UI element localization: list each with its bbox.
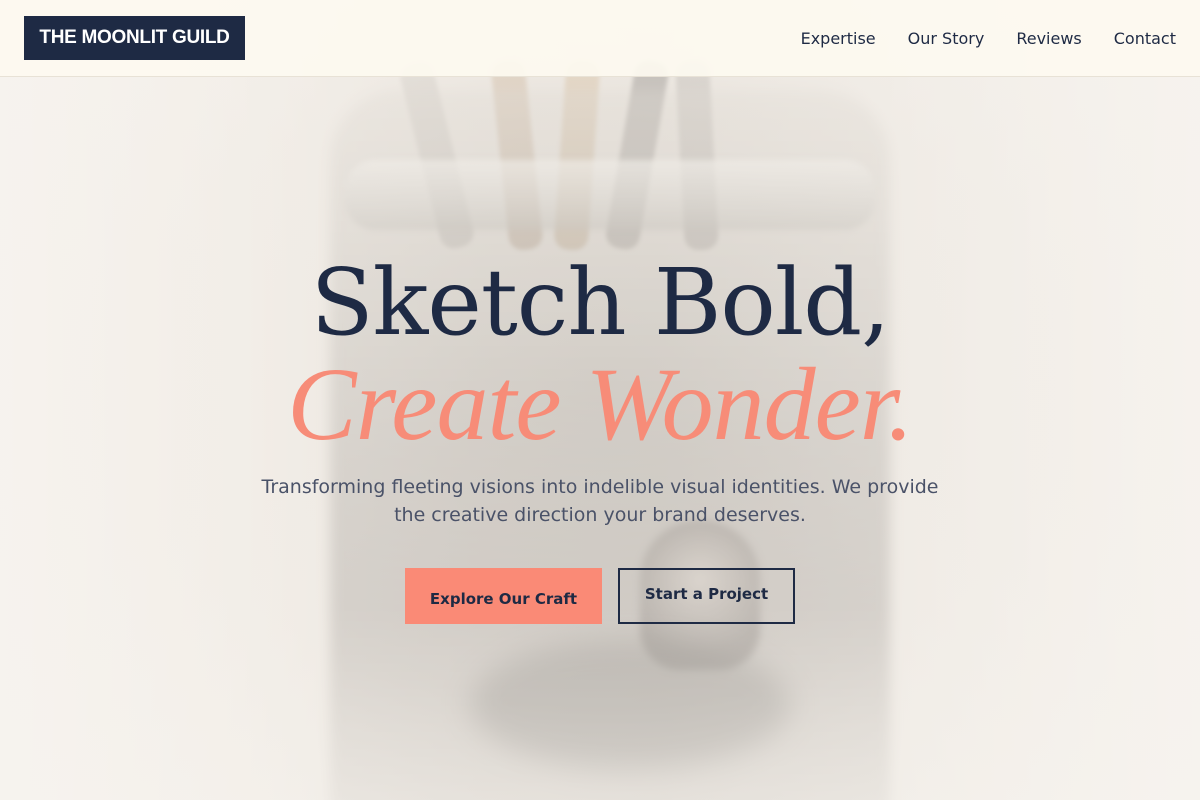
- hero-description: Transforming fleeting visions into indel…: [261, 476, 939, 526]
- site-header: THE MOONLIT GUILD Expertise Our Story Re…: [0, 0, 1200, 77]
- hero-cta-group: Explore Our Craft Start a Project: [405, 568, 795, 624]
- hero-headline-accent: Create Wonder.: [287, 347, 913, 462]
- explore-craft-button[interactable]: Explore Our Craft: [405, 568, 602, 624]
- start-project-button[interactable]: Start a Project: [618, 568, 795, 624]
- hero-headline: Sketch Bold,: [310, 249, 891, 356]
- nav-link-reviews[interactable]: Reviews: [1016, 29, 1081, 48]
- hero-section: Sketch Bold, Create Wonder. Transforming…: [0, 77, 1200, 800]
- site-logo[interactable]: THE MOONLIT GUILD: [24, 16, 245, 60]
- main-nav: Expertise Our Story Reviews Contact: [801, 29, 1176, 48]
- nav-link-our-story[interactable]: Our Story: [908, 29, 985, 48]
- nav-link-contact[interactable]: Contact: [1114, 29, 1176, 48]
- nav-link-expertise[interactable]: Expertise: [801, 29, 876, 48]
